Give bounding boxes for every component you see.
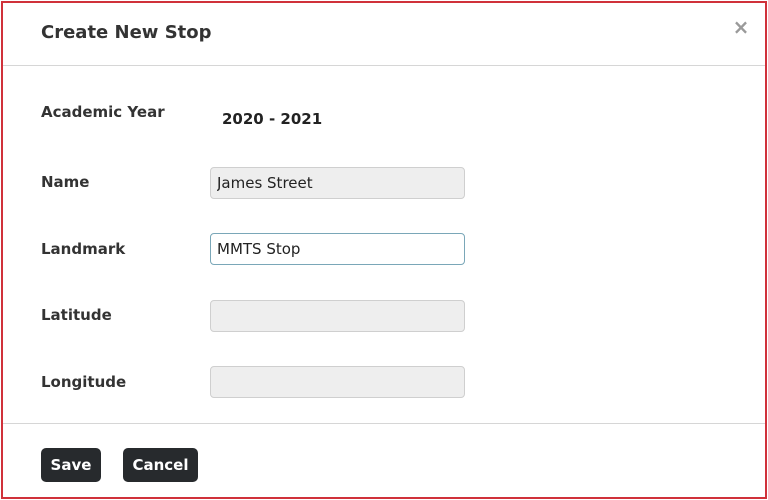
name-label: Name <box>41 173 90 191</box>
save-button[interactable]: Save <box>41 448 101 482</box>
dialog-title: Create New Stop <box>41 22 212 43</box>
longitude-input[interactable] <box>210 366 465 398</box>
academic-year-value: 2020 - 2021 <box>222 110 323 128</box>
landmark-input[interactable] <box>210 233 465 265</box>
longitude-label: Longitude <box>41 373 127 391</box>
latitude-input[interactable] <box>210 300 465 332</box>
dialog-footer: Save Cancel <box>3 423 765 498</box>
cancel-button[interactable]: Cancel <box>123 448 198 482</box>
latitude-label: Latitude <box>41 306 112 324</box>
dialog-header: Create New Stop × <box>3 3 765 66</box>
landmark-label: Landmark <box>41 240 126 258</box>
create-stop-dialog: Create New Stop × Academic Year 2020 - 2… <box>1 1 767 499</box>
name-input[interactable] <box>210 167 465 199</box>
close-icon[interactable]: × <box>731 17 751 37</box>
academic-year-label: Academic Year <box>41 103 165 121</box>
